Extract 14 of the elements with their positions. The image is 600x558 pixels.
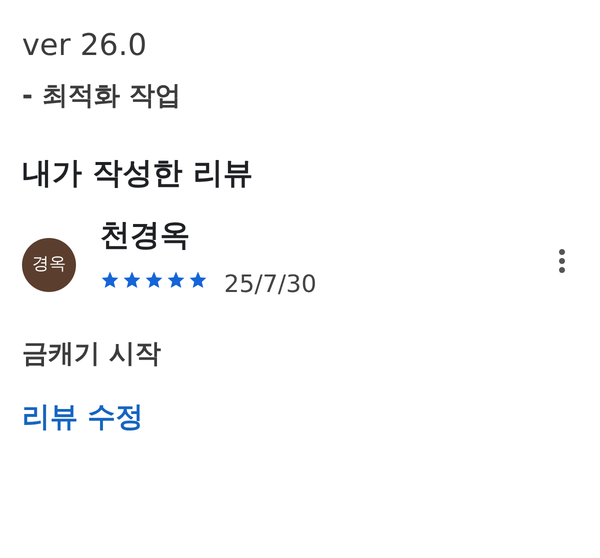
version-note: - 최적화 작업 — [22, 80, 181, 113]
review-text: 금캐기 시작 — [22, 338, 162, 371]
star-icon — [144, 270, 164, 290]
star-icon — [166, 270, 186, 290]
more-options-icon[interactable] — [558, 248, 566, 274]
star-icon — [100, 270, 120, 290]
reviewer-name: 천경옥 — [100, 217, 190, 255]
section-heading: 내가 작성한 리뷰 — [22, 155, 253, 193]
avatar: 경옥 — [22, 238, 76, 292]
star-icon — [122, 270, 142, 290]
version-title: ver 26.0 — [22, 27, 147, 65]
review-date: 25/7/30 — [224, 269, 317, 300]
star-icon — [188, 270, 208, 290]
edit-review-link[interactable]: 리뷰 수정 — [22, 398, 144, 436]
